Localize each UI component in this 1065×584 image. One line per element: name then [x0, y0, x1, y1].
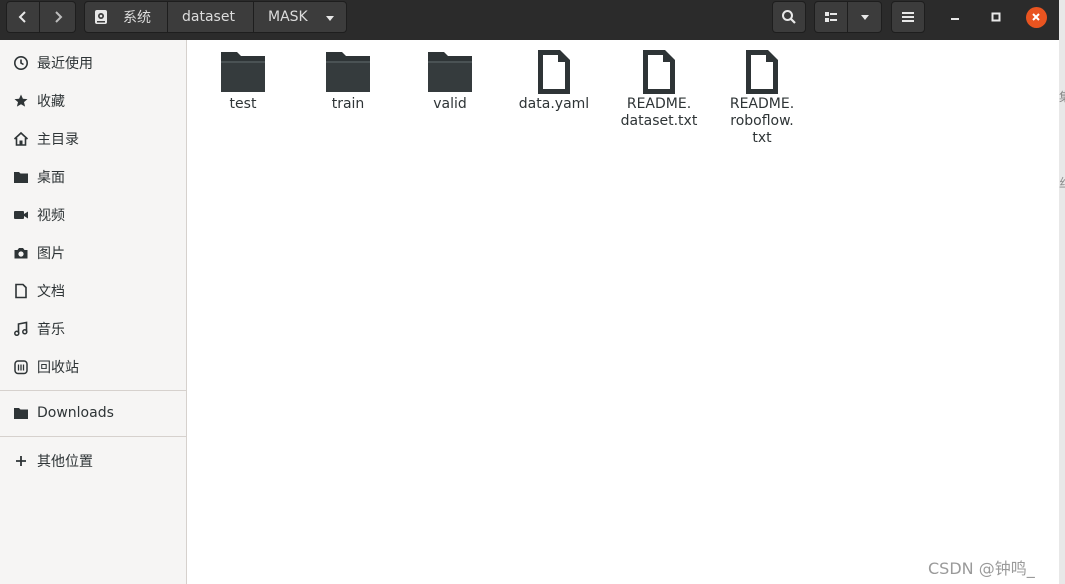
file-name: data.yaml: [518, 96, 590, 112]
sidebar: 最近使用 收藏 主目录 桌面 视频 图片 文档 音乐 回收站 Downloads: [0, 40, 187, 584]
sidebar-item-label: 桌面: [37, 170, 65, 186]
sidebar-item-label: Downloads: [37, 405, 114, 421]
home-icon: [13, 131, 29, 146]
search-button[interactable]: [772, 1, 806, 33]
sidebar-item-recent[interactable]: 最近使用: [0, 45, 186, 81]
forward-button[interactable]: [40, 1, 76, 33]
sidebar-item-downloads[interactable]: Downloads: [0, 395, 186, 431]
maximize-button[interactable]: [983, 4, 1009, 30]
folder-icon: [14, 172, 28, 183]
file-item-test[interactable]: test: [191, 48, 295, 113]
sidebar-divider: [0, 436, 186, 437]
chevron-right-icon: [54, 11, 62, 23]
view-toggle-button[interactable]: [814, 1, 848, 33]
document-icon: [538, 50, 570, 94]
breadcrumb-root[interactable]: 系统: [84, 1, 168, 33]
view-options-button[interactable]: [848, 1, 882, 33]
file-name: valid: [433, 96, 467, 112]
file-name: train: [331, 96, 365, 112]
back-button[interactable]: [6, 1, 40, 33]
minimize-button[interactable]: [942, 4, 968, 30]
folder-icon: [326, 52, 370, 92]
file-name: README. roboflow. txt: [729, 96, 795, 146]
sidebar-item-label: 视频: [37, 208, 65, 224]
hamburger-icon: [902, 12, 914, 22]
file-item-readme-dataset[interactable]: README. dataset.txt: [607, 48, 711, 130]
sidebar-item-label: 收藏: [37, 94, 65, 110]
folder-icon: [14, 408, 28, 419]
edge-glyph: 集: [1059, 88, 1065, 105]
sidebar-item-desktop[interactable]: 桌面: [0, 159, 186, 195]
breadcrumb-mask[interactable]: MASK: [254, 1, 347, 33]
header-bar: 系统 dataset MASK: [0, 0, 1059, 40]
folder-icon: [428, 52, 472, 92]
drive-icon: [95, 10, 107, 24]
plus-icon: [16, 456, 26, 466]
sidebar-item-pictures[interactable]: 图片: [0, 235, 186, 271]
document-icon: [15, 283, 27, 299]
sidebar-item-videos[interactable]: 视频: [0, 197, 186, 233]
breadcrumb-label: dataset: [182, 9, 235, 25]
sidebar-item-label: 回收站: [37, 360, 79, 376]
file-item-readme-roboflow[interactable]: README. roboflow. txt: [710, 48, 814, 147]
camera-icon: [14, 248, 28, 259]
music-icon: [14, 321, 28, 337]
star-icon: [14, 94, 28, 107]
caret-down-icon: [860, 15, 869, 20]
sidebar-item-music[interactable]: 音乐: [0, 311, 186, 347]
sidebar-item-trash[interactable]: 回收站: [0, 349, 186, 385]
watermark: CSDN @钟鸣_: [928, 559, 1035, 578]
file-view: test train valid data.yaml README. datas…: [188, 40, 1059, 584]
file-name: README. dataset.txt: [620, 96, 698, 129]
sidebar-divider: [0, 390, 186, 391]
document-icon: [643, 50, 675, 94]
sidebar-item-documents[interactable]: 文档: [0, 273, 186, 309]
trash-icon: [14, 360, 28, 375]
minimize-icon: [951, 18, 959, 20]
breadcrumb-label: MASK: [268, 9, 308, 25]
edge-glyph: 丝: [1059, 174, 1065, 191]
sidebar-item-label: 最近使用: [37, 56, 93, 72]
menu-button[interactable]: [891, 1, 925, 33]
file-item-train[interactable]: train: [296, 48, 400, 113]
caret-down-icon: [326, 16, 334, 21]
search-icon: [782, 10, 796, 24]
sidebar-item-label: 主目录: [37, 132, 79, 148]
document-icon: [746, 50, 778, 94]
breadcrumb-dataset[interactable]: dataset: [168, 1, 254, 33]
sidebar-item-home[interactable]: 主目录: [0, 121, 186, 157]
clock-icon: [14, 56, 28, 70]
maximize-icon: [991, 12, 1001, 22]
list-view-icon: [825, 12, 837, 22]
sidebar-item-label: 图片: [37, 246, 65, 262]
sidebar-item-label: 其他位置: [37, 454, 93, 470]
sidebar-item-other-locations[interactable]: 其他位置: [0, 443, 186, 479]
chevron-left-icon: [18, 11, 26, 23]
close-button[interactable]: [1023, 4, 1049, 30]
video-icon: [14, 211, 28, 219]
close-icon: [1032, 13, 1040, 21]
file-name: test: [229, 96, 257, 112]
file-item-data-yaml[interactable]: data.yaml: [502, 48, 606, 113]
close-circle: [1025, 6, 1047, 28]
sidebar-item-starred[interactable]: 收藏: [0, 83, 186, 119]
sidebar-item-label: 音乐: [37, 322, 65, 338]
folder-icon: [221, 52, 265, 92]
breadcrumb-label: 系统: [123, 10, 151, 26]
file-item-valid[interactable]: valid: [398, 48, 502, 113]
sidebar-item-label: 文档: [37, 284, 65, 300]
